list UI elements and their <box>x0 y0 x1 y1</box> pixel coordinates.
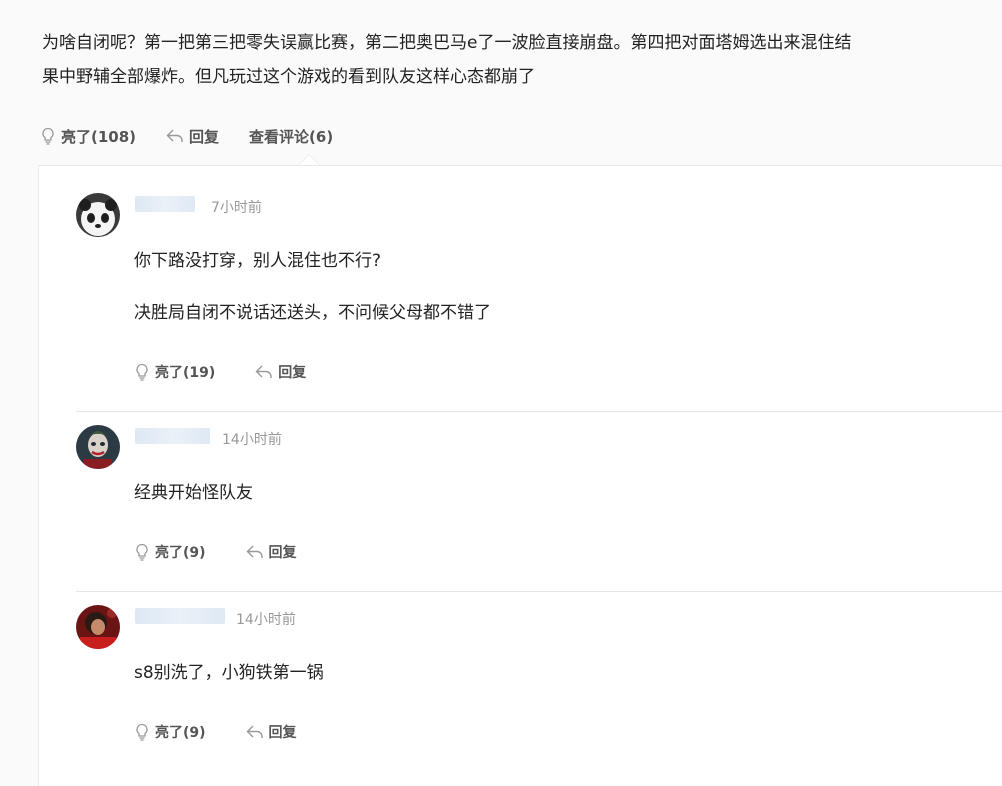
post-like-label: 亮了(108) <box>61 127 137 146</box>
username[interactable] <box>135 196 195 212</box>
lightbulb-icon <box>136 723 148 741</box>
comment-divider <box>76 591 1002 592</box>
comment-time: 14小时前 <box>236 612 296 628</box>
comment-text-line-1: 经典开始怪队友 <box>134 483 253 503</box>
reply-icon <box>255 365 272 378</box>
reply-button[interactable]: 回复 <box>255 362 306 382</box>
reply-button[interactable]: 回复 <box>246 542 297 562</box>
comment-text-line-1: 你下路没打穿，别人混住也不行? <box>134 251 382 271</box>
comment-time: 14小时前 <box>222 432 282 448</box>
username[interactable] <box>135 428 210 444</box>
post-like-button[interactable]: 亮了(108) <box>40 126 136 147</box>
post-actions: 亮了(108) 回复 查看评论(6) <box>40 124 363 148</box>
comments-panel: 7小时前 你下路没打穿，别人混住也不行? 决胜局自闭不说话还送头，不问候父母都不… <box>38 165 1002 786</box>
view-comments-button[interactable]: 查看评论(6) <box>249 126 333 147</box>
lightbulb-icon <box>42 127 54 145</box>
post-body: 为啥自闭呢？第一把第三把零失误赢比赛，第二把奥巴马e了一波脸直接崩盘。第四把对面… <box>42 26 892 94</box>
like-label: 亮了(9) <box>155 725 206 741</box>
comment-time: 7小时前 <box>211 200 262 216</box>
post-text-line-1: 为啥自闭呢？第一把第三把零失误赢比赛，第二把奥巴马e了一波脸直接崩盘。第四把对面… <box>42 33 852 53</box>
comment-text-line-1: s8别洗了，小狗铁第一锅 <box>134 663 324 683</box>
comment-divider <box>76 411 1002 412</box>
reply-icon <box>246 725 263 738</box>
comment-text-line-2: 决胜局自闭不说话还送头，不问候父母都不错了 <box>134 303 491 323</box>
joker-avatar-icon[interactable] <box>76 425 120 469</box>
lightbulb-icon <box>136 543 148 561</box>
panda-avatar-icon[interactable] <box>76 193 120 237</box>
comment-actions: 亮了(19) 回复 <box>134 362 346 382</box>
like-label: 亮了(19) <box>155 365 216 381</box>
post-text-line-2: 果中野辅全部爆炸。但凡玩过这个游戏的看到队友这样心态都崩了 <box>42 67 535 87</box>
like-button[interactable]: 亮了(19) <box>134 362 215 382</box>
like-button[interactable]: 亮了(9) <box>134 542 206 562</box>
post-reply-button[interactable]: 回复 <box>166 126 219 147</box>
reply-button[interactable]: 回复 <box>246 722 297 742</box>
reply-label: 回复 <box>278 365 307 381</box>
comment-actions: 亮了(9) 回复 <box>134 542 337 562</box>
username[interactable] <box>135 608 225 624</box>
reply-label: 回复 <box>268 725 297 741</box>
red-photo-avatar-icon[interactable] <box>76 605 120 649</box>
reply-icon <box>246 545 263 558</box>
like-label: 亮了(9) <box>155 545 206 561</box>
reply-icon <box>166 129 183 142</box>
reply-label: 回复 <box>268 545 297 561</box>
post-reply-label: 回复 <box>189 127 220 146</box>
like-button[interactable]: 亮了(9) <box>134 722 206 742</box>
view-comments-label: 查看评论(6) <box>249 127 334 146</box>
lightbulb-icon <box>136 363 148 381</box>
comment-actions: 亮了(9) 回复 <box>134 722 337 742</box>
